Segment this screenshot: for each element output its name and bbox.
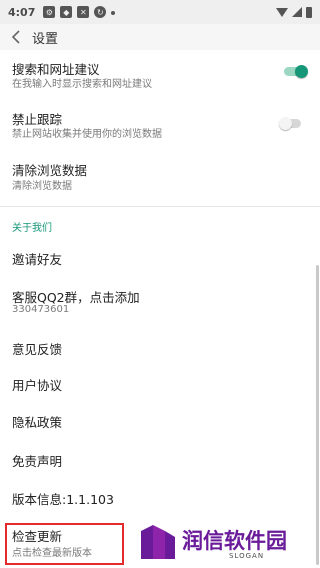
scrollbar[interactable] xyxy=(316,265,319,565)
gear-status-icon: ⚙ xyxy=(43,6,56,18)
sync-status-icon: ↻ xyxy=(94,6,107,18)
about-qq-group-number: 330473601 xyxy=(12,304,70,315)
status-time: 4:07 xyxy=(8,5,36,19)
shield-status-icon: ◆ xyxy=(60,6,73,18)
cell-signal-icon xyxy=(292,7,302,17)
setting-search-suggest[interactable]: 搜索和网址建议 在我输入时显示搜索和网址建议 xyxy=(0,54,320,94)
setting-subtitle: 禁止网站收集并使用你的浏览数据 xyxy=(12,129,162,140)
about-invite-label: 邀请好友 xyxy=(12,252,63,267)
setting-clear-data[interactable]: 清除浏览数据 清除浏览数据 xyxy=(0,156,320,196)
about-user-agreement-label: 用户协议 xyxy=(12,378,63,393)
do-not-track-toggle[interactable] xyxy=(279,117,303,130)
about-privacy[interactable]: 隐私政策 xyxy=(0,407,320,435)
search-suggest-toggle[interactable] xyxy=(284,65,308,78)
watermark-logo-icon xyxy=(141,525,175,559)
section-divider xyxy=(0,206,320,207)
about-user-agreement[interactable]: 用户协议 xyxy=(0,370,320,398)
page-title: 设置 xyxy=(32,31,59,47)
about-privacy-label: 隐私政策 xyxy=(12,415,63,430)
section-header-about: 关于我们 xyxy=(12,223,52,234)
about-version[interactable]: 版本信息:1.1.103 xyxy=(0,484,320,512)
about-disclaimer-label: 免责声明 xyxy=(12,454,63,469)
about-feedback[interactable]: 意见反馈 xyxy=(0,334,320,362)
watermark-slogan: SLOGAN xyxy=(229,552,265,560)
highlight-box xyxy=(5,523,124,565)
wifi-icon xyxy=(276,7,288,17)
about-invite[interactable]: 邀请好友 xyxy=(0,243,320,273)
status-bar: 4:07 ⚙ ◆ ✕ ↻ xyxy=(0,0,320,24)
notification-dot-icon xyxy=(111,11,116,15)
battery-icon xyxy=(306,6,312,18)
back-button[interactable] xyxy=(0,24,32,50)
setting-do-not-track[interactable]: 禁止跟踪 禁止网站收集并使用你的浏览数据 xyxy=(0,104,320,144)
setting-subtitle: 清除浏览数据 xyxy=(12,181,72,192)
chevron-left-icon xyxy=(11,30,20,44)
about-version-label: 版本信息:1.1.103 xyxy=(12,492,114,507)
about-feedback-label: 意见反馈 xyxy=(12,342,63,357)
about-disclaimer[interactable]: 免责声明 xyxy=(0,446,320,474)
close-box-status-icon: ✕ xyxy=(77,6,90,18)
setting-subtitle: 在我输入时显示搜索和网址建议 xyxy=(12,79,152,90)
about-qq-group[interactable]: 客服QQ2群，点击添加 330473601 xyxy=(0,283,320,319)
watermark: 润信软件园 SLOGAN xyxy=(134,519,314,568)
toolbar: 设置 xyxy=(0,24,320,50)
watermark-text: 润信软件园 xyxy=(182,529,287,553)
